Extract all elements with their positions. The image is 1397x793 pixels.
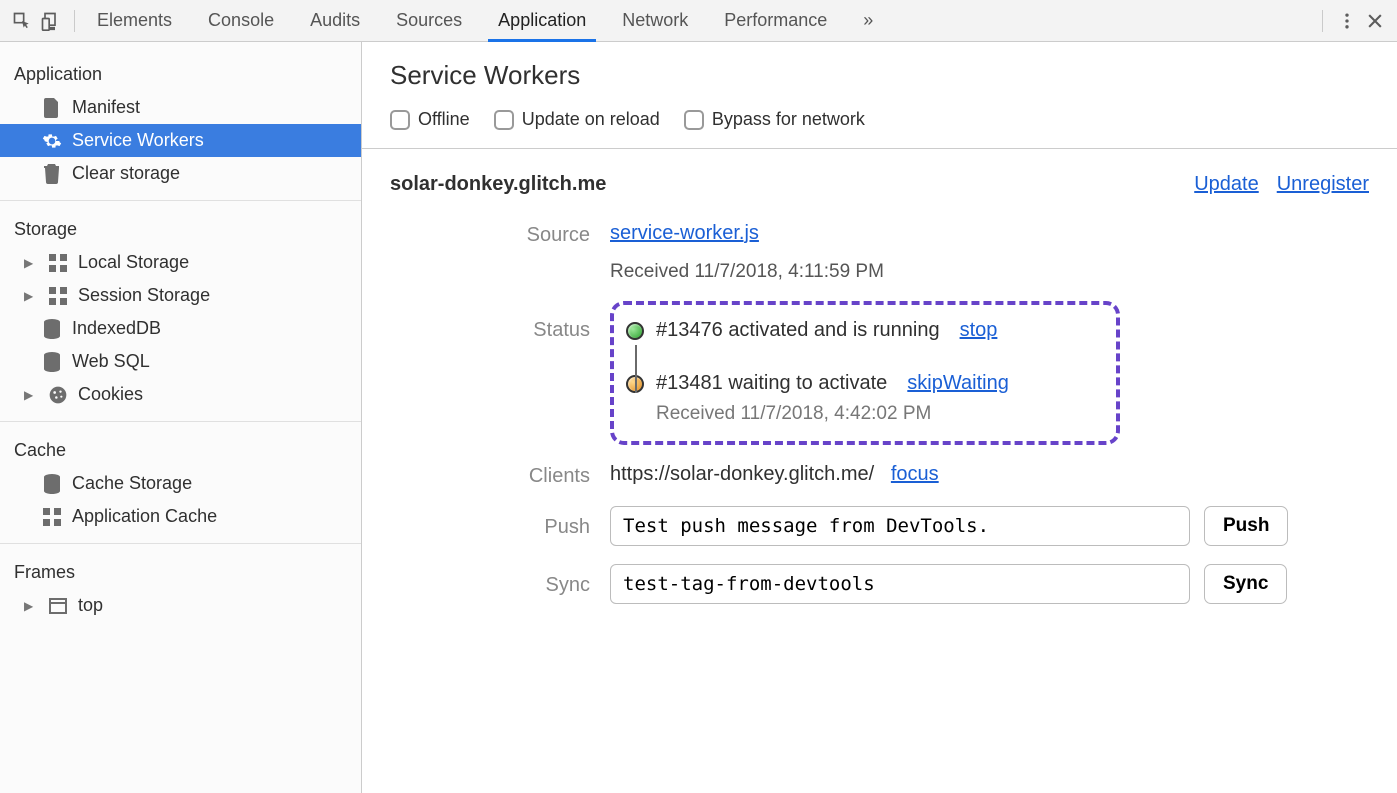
sidebar-item-label: Web SQL [72, 351, 150, 372]
sidebar-heading-frames: Frames [0, 548, 361, 589]
tab-application[interactable]: Application [498, 0, 586, 41]
sidebar-item-top-frame[interactable]: ▶ top [0, 589, 361, 622]
status-line-waiting: #13481 waiting to activate skipWaiting [626, 372, 1100, 395]
gear-icon [42, 131, 62, 151]
status-received: Received 11/7/2018, 4:42:02 PM [656, 403, 1100, 425]
devtools-tabs: Elements Console Audits Sources Applicat… [97, 0, 1312, 41]
tab-audits[interactable]: Audits [310, 0, 360, 41]
push-label: Push [390, 506, 610, 539]
skipwaiting-link[interactable]: skipWaiting [907, 372, 1009, 395]
offline-checkbox[interactable]: Offline [390, 109, 470, 130]
sidebar-item-manifest[interactable]: Manifest [0, 91, 361, 124]
focus-link[interactable]: focus [891, 463, 939, 485]
sidebar-item-application-cache[interactable]: Application Cache [0, 500, 361, 533]
cookie-icon [48, 385, 68, 405]
sidebar-item-label: Application Cache [72, 506, 217, 527]
sidebar-item-label: Session Storage [78, 285, 210, 306]
source-file-link[interactable]: service-worker.js [610, 222, 759, 244]
grid-icon [48, 287, 68, 305]
sidebar-item-websql[interactable]: Web SQL [0, 345, 361, 378]
file-icon [42, 98, 62, 118]
tab-console[interactable]: Console [208, 0, 274, 41]
sidebar-heading-cache: Cache [0, 426, 361, 467]
service-workers-panel: Service Workers Offline Update on reload… [362, 42, 1397, 793]
sidebar-item-label: Clear storage [72, 163, 180, 184]
stop-link[interactable]: stop [960, 319, 998, 342]
database-icon [42, 352, 62, 372]
sync-input[interactable] [610, 564, 1190, 604]
push-input[interactable] [610, 506, 1190, 546]
unregister-link[interactable]: Unregister [1277, 173, 1369, 196]
sidebar-item-label: Local Storage [78, 252, 189, 273]
clients-label: Clients [390, 463, 610, 488]
update-link[interactable]: Update [1194, 173, 1259, 196]
grid-icon [42, 508, 62, 526]
grid-icon [48, 254, 68, 272]
application-sidebar: Application Manifest Service Workers Cle… [0, 42, 362, 793]
disclosure-icon[interactable]: ▶ [24, 289, 36, 303]
kebab-menu-icon[interactable] [1333, 7, 1361, 35]
sidebar-item-label: Cookies [78, 384, 143, 405]
toolbar-divider [1322, 10, 1323, 32]
sidebar-item-cookies[interactable]: ▶ Cookies [0, 378, 361, 411]
sidebar-item-label: IndexedDB [72, 318, 161, 339]
status-line-active: #13476 activated and is running stop [626, 319, 1100, 342]
origin-label: solar-donkey.glitch.me [390, 173, 606, 196]
database-icon [42, 319, 62, 339]
sidebar-item-session-storage[interactable]: ▶ Session Storage [0, 279, 361, 312]
status-label: Status [390, 301, 610, 342]
tab-network[interactable]: Network [622, 0, 688, 41]
push-button[interactable]: Push [1204, 506, 1288, 546]
sidebar-item-clear-storage[interactable]: Clear storage [0, 157, 361, 190]
sidebar-item-label: Manifest [72, 97, 140, 118]
sidebar-item-indexeddb[interactable]: IndexedDB [0, 312, 361, 345]
sidebar-item-cache-storage[interactable]: Cache Storage [0, 467, 361, 500]
frame-icon [48, 598, 68, 614]
tab-sources[interactable]: Sources [396, 0, 462, 41]
sidebar-item-local-storage[interactable]: ▶ Local Storage [0, 246, 361, 279]
panel-title: Service Workers [390, 60, 1369, 91]
inspect-icon[interactable] [8, 7, 36, 35]
tab-elements[interactable]: Elements [97, 0, 172, 41]
status-box-highlight: #13476 activated and is running stop #13… [610, 301, 1120, 445]
source-received: Received 11/7/2018, 4:11:59 PM [610, 261, 1369, 283]
trash-icon [42, 164, 62, 184]
sidebar-heading-application: Application [0, 50, 361, 91]
sidebar-item-label: top [78, 595, 103, 616]
disclosure-icon[interactable]: ▶ [24, 599, 36, 613]
source-label: Source [390, 222, 610, 247]
sidebar-item-label: Service Workers [72, 130, 204, 151]
device-toggle-icon[interactable] [36, 7, 64, 35]
database-icon [42, 474, 62, 494]
disclosure-icon[interactable]: ▶ [24, 388, 36, 402]
status-dot-green-icon [626, 322, 644, 340]
sidebar-heading-storage: Storage [0, 205, 361, 246]
bypass-for-network-checkbox[interactable]: Bypass for network [684, 109, 865, 130]
sync-label: Sync [390, 564, 610, 597]
disclosure-icon[interactable]: ▶ [24, 256, 36, 270]
more-tabs-icon[interactable]: » [863, 0, 873, 41]
sidebar-item-label: Cache Storage [72, 473, 192, 494]
sync-button[interactable]: Sync [1204, 564, 1287, 604]
client-url: https://solar-donkey.glitch.me/ [610, 463, 874, 485]
tab-performance[interactable]: Performance [724, 0, 827, 41]
toolbar-divider [74, 10, 75, 32]
panel-options: Offline Update on reload Bypass for netw… [362, 109, 1397, 149]
devtools-toolbar: Elements Console Audits Sources Applicat… [0, 0, 1397, 42]
close-icon[interactable] [1361, 7, 1389, 35]
update-on-reload-checkbox[interactable]: Update on reload [494, 109, 660, 130]
sidebar-item-service-workers[interactable]: Service Workers [0, 124, 361, 157]
